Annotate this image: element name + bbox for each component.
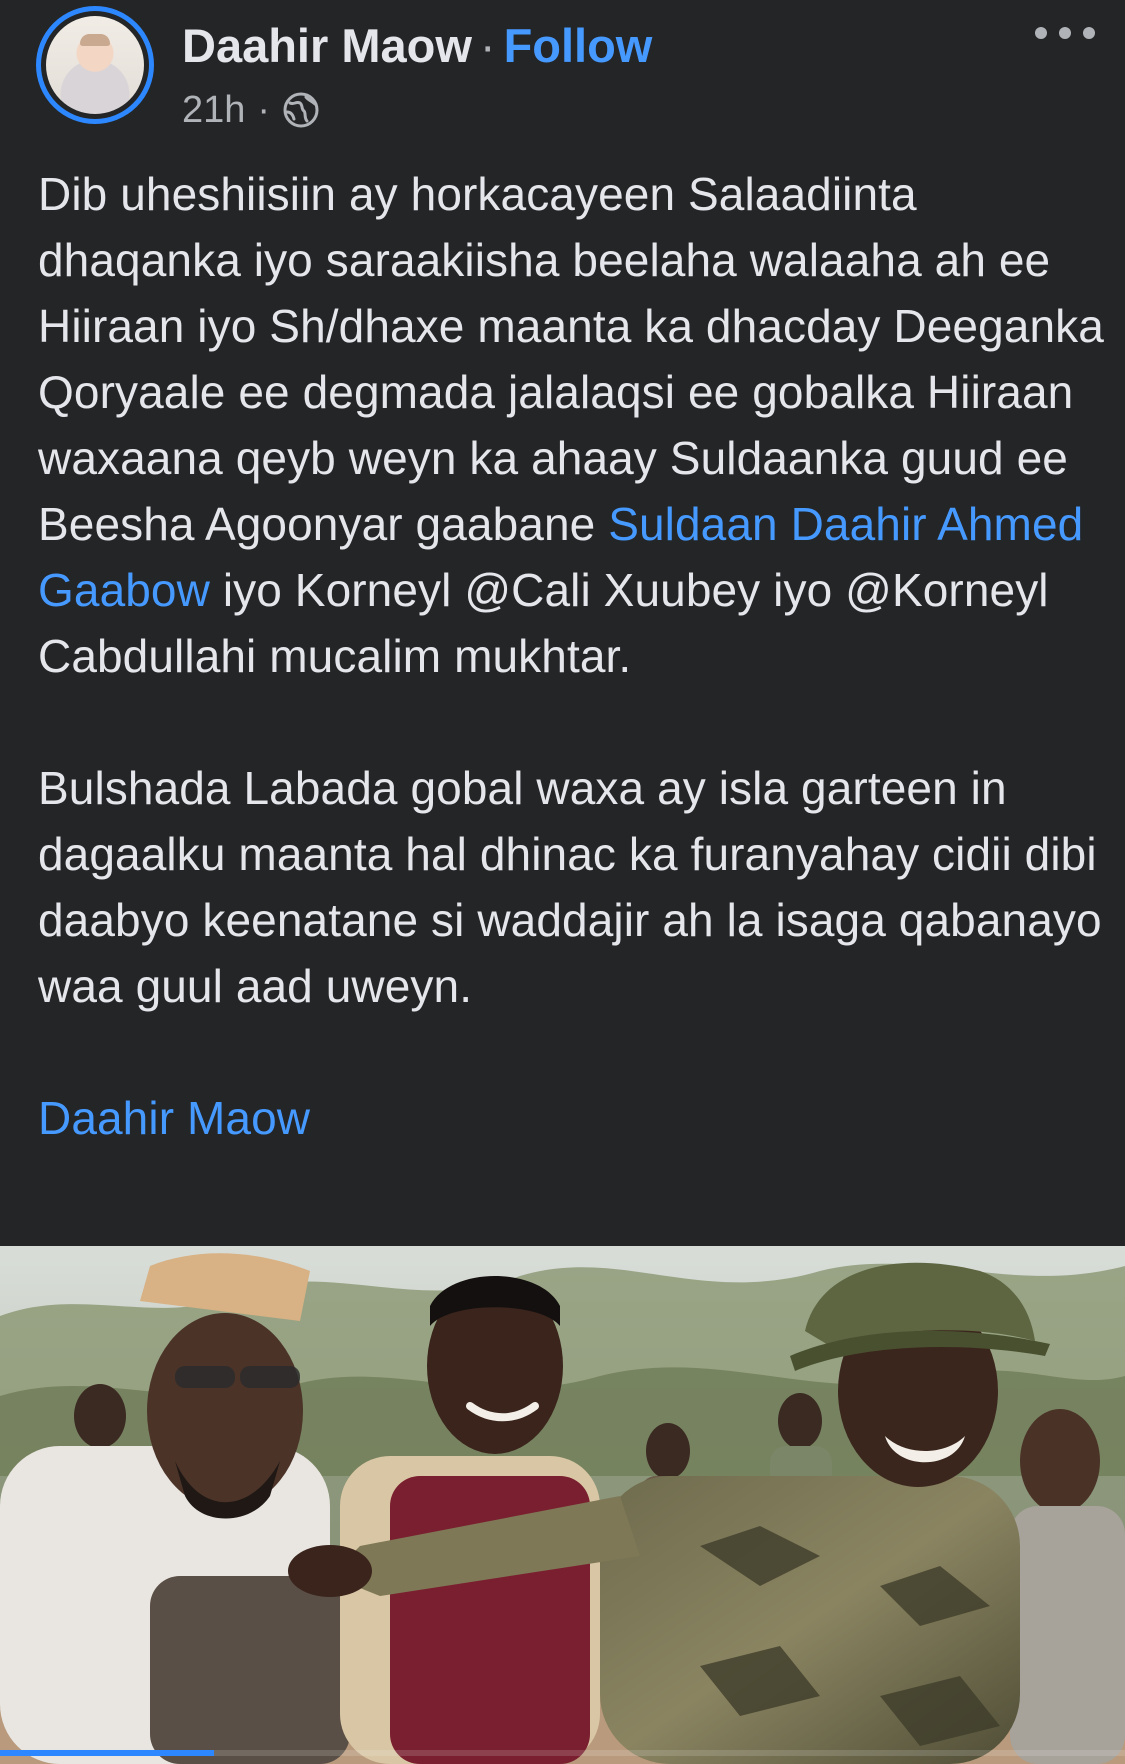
post-timestamp[interactable]: 21h (182, 88, 245, 132)
signature-link-line: Daahir Maow (38, 1085, 1108, 1151)
post-body: Dib uheshiisiin ay horkacayeen Salaadiin… (38, 161, 1108, 1151)
follow-button[interactable]: Follow (504, 19, 653, 72)
name-separator: · (479, 19, 496, 72)
media-progress-bar (0, 1750, 1125, 1756)
more-dot (1035, 27, 1047, 39)
signature-link[interactable]: Daahir Maow (38, 1092, 310, 1144)
globe-icon (282, 91, 320, 129)
avatar-image (46, 16, 144, 114)
post-header: Daahir Maow · Follow 21h · (0, 0, 1125, 140)
post-photo[interactable] (0, 1246, 1125, 1764)
meta-separator: · (257, 89, 271, 131)
more-options-icon[interactable] (1035, 18, 1095, 48)
post-meta: 21h · (182, 88, 320, 132)
author-line: Daahir Maow · Follow (182, 18, 652, 74)
paragraph-1-text: Dib uheshiisiin ay horkacayeen Salaadiin… (38, 168, 1104, 550)
more-dot (1083, 27, 1095, 39)
post-paragraph-1: Dib uheshiisiin ay horkacayeen Salaadiin… (38, 161, 1108, 689)
author-name-link[interactable]: Daahir Maow (182, 19, 472, 72)
author-avatar[interactable] (36, 6, 154, 124)
more-dot (1059, 27, 1071, 39)
media-progress-fill (0, 1750, 214, 1756)
post-paragraph-2: Bulshada Labada gobal waxa ay isla garte… (38, 762, 1102, 1012)
